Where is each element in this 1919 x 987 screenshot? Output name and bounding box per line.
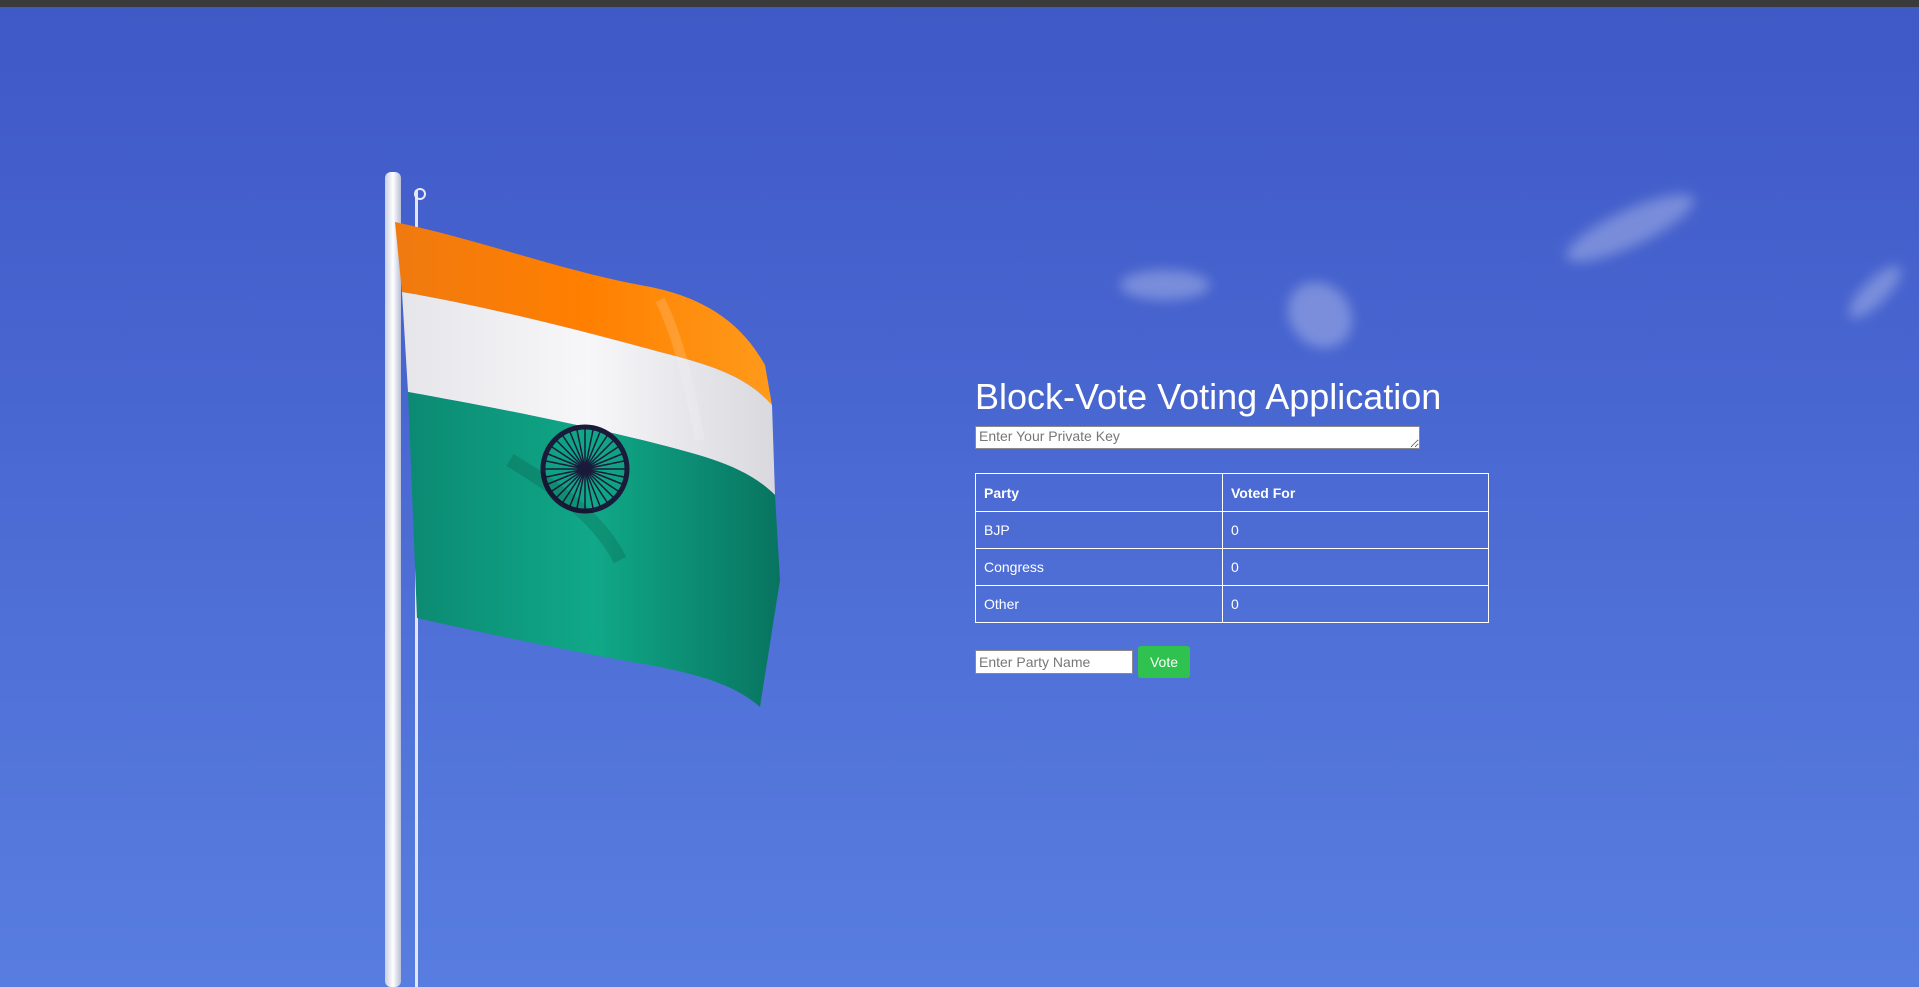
page-background: Block-Vote Voting Application Party Vote…	[0, 0, 1919, 987]
private-key-input[interactable]	[975, 426, 1420, 449]
vote-count-cell: 0	[1222, 548, 1489, 586]
vote-count-cell: 0	[1222, 511, 1489, 549]
table-row: Congress 0	[975, 548, 1489, 586]
vote-count-cell: 0	[1222, 585, 1489, 623]
party-name-cell: BJP	[975, 511, 1223, 549]
table-header-row: Party Voted For	[975, 473, 1489, 512]
top-bar	[0, 0, 1919, 7]
page-title: Block-Vote Voting Application	[975, 376, 1442, 417]
results-table: Party Voted For BJP 0 Congress 0 Other 0	[975, 473, 1489, 623]
party-name-input[interactable]	[975, 650, 1133, 674]
voted-for-column-header: Voted For	[1222, 473, 1489, 512]
cloud	[1841, 258, 1909, 326]
cloud	[1120, 270, 1210, 300]
voting-panel: Block-Vote Voting Application Party Vote…	[975, 376, 1495, 678]
table-row: Other 0	[975, 585, 1489, 623]
table-row: BJP 0	[975, 511, 1489, 549]
cloud	[1558, 182, 1702, 274]
vote-form: Vote	[975, 646, 1495, 678]
vote-button[interactable]: Vote	[1138, 646, 1190, 678]
party-column-header: Party	[975, 473, 1223, 512]
indian-flag-image	[385, 172, 780, 987]
party-name-cell: Congress	[975, 548, 1223, 586]
cloud	[1274, 268, 1366, 362]
party-name-cell: Other	[975, 585, 1223, 623]
